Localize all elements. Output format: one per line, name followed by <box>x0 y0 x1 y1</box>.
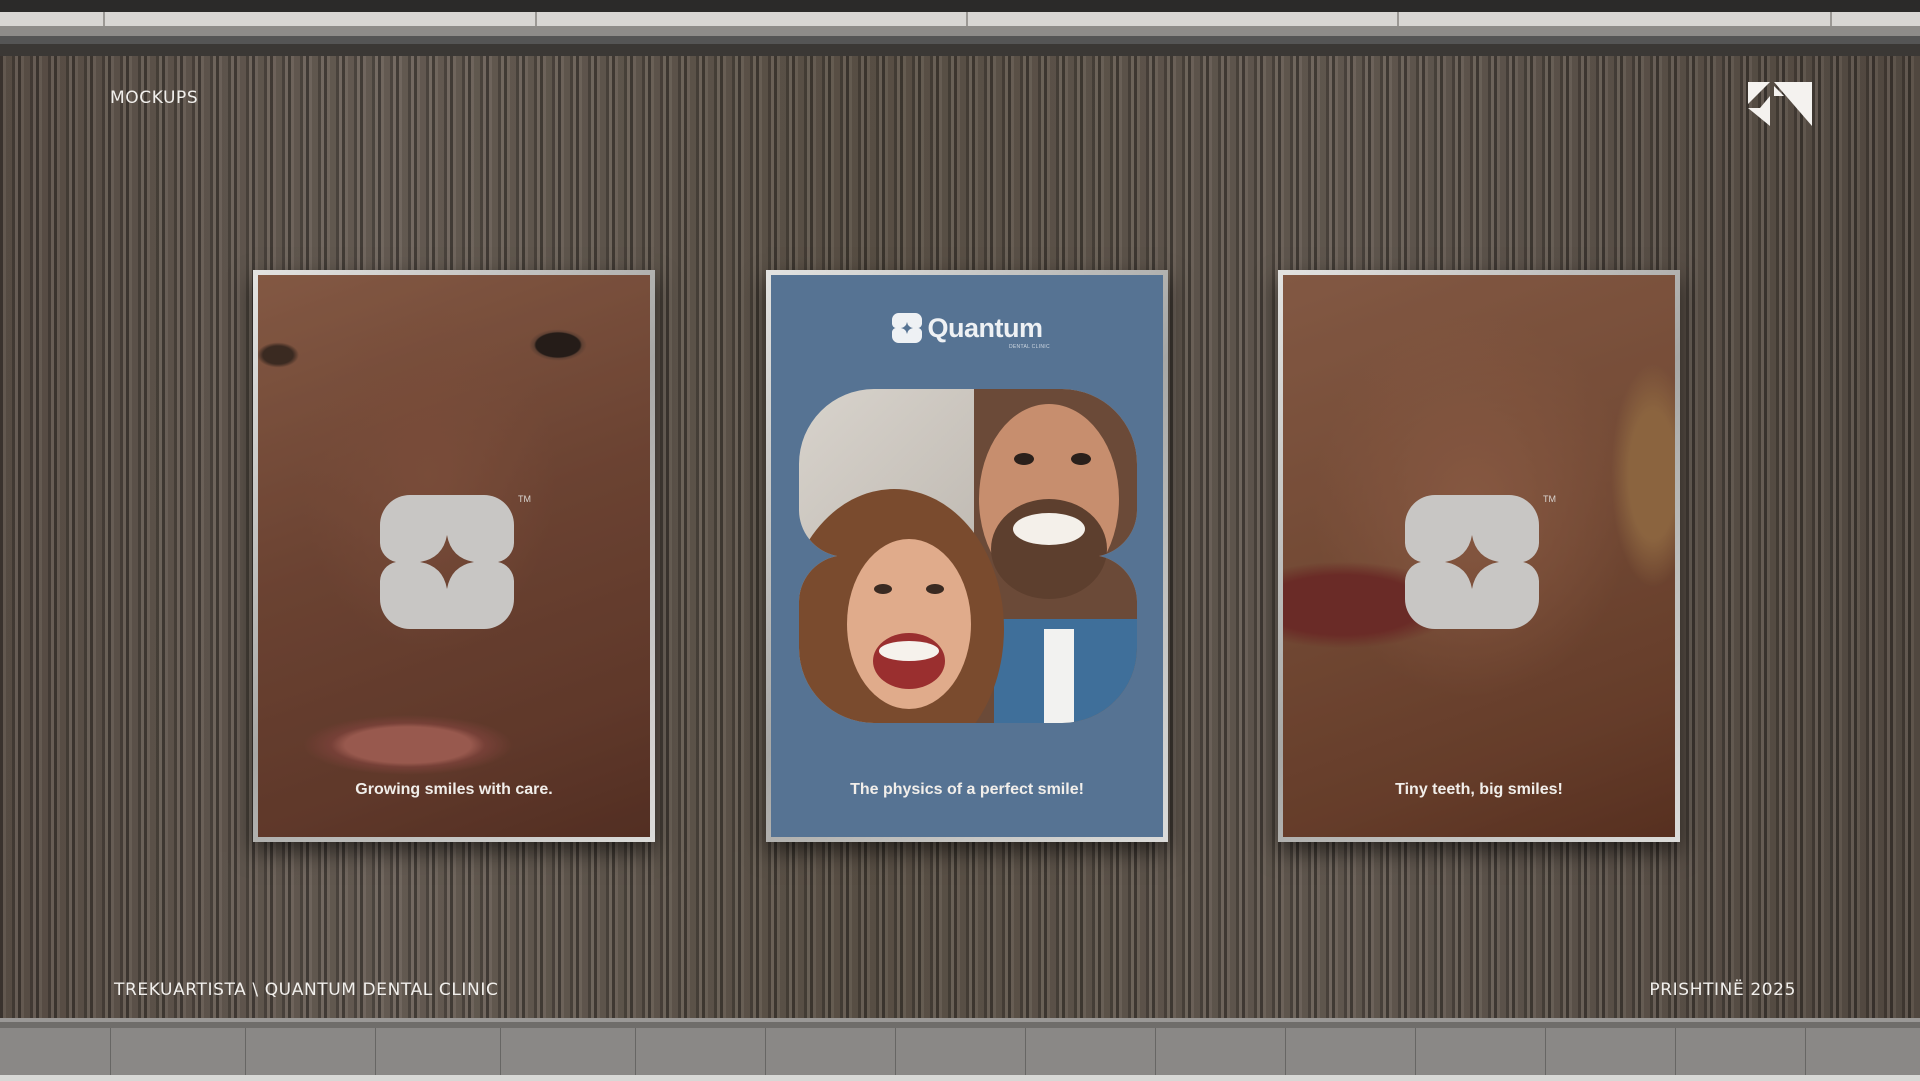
floor-tile-seam <box>1545 1028 1546 1081</box>
strip-seam <box>103 12 105 26</box>
poster-center: Quantum DENTAL CLINIC The physics of a p… <box>766 270 1168 842</box>
floor-tile-seam <box>1415 1028 1416 1081</box>
brand-mark-icon <box>1748 82 1812 126</box>
footer-location-year: PRISHTINË 2025 <box>1649 980 1796 1000</box>
poster-tagline: Growing smiles with care. <box>355 781 553 798</box>
trademark-mark: TM <box>518 494 531 504</box>
floor-tile-seam <box>110 1028 111 1081</box>
floor-tile-seam <box>375 1028 376 1081</box>
floor-base <box>0 1075 1920 1081</box>
floor-tile-seam <box>635 1028 636 1081</box>
strip-seam <box>966 12 968 26</box>
quantum-symbol-icon <box>891 313 922 343</box>
quantum-symbol-icon <box>1405 495 1539 629</box>
poster-tagline: The physics of a perfect smile! <box>850 781 1084 798</box>
floor-tile-seam <box>1155 1028 1156 1081</box>
floor-tile-seam <box>765 1028 766 1081</box>
poster-blue-panel: Quantum DENTAL CLINIC The physics of a p… <box>771 275 1163 837</box>
quantum-symbol-icon <box>380 495 514 629</box>
brand-subtitle: DENTAL CLINIC <box>1009 344 1050 350</box>
floor-tile-seam <box>245 1028 246 1081</box>
floor-tile-seam <box>895 1028 896 1081</box>
strip-seam <box>1830 12 1832 26</box>
quantum-logo: Quantum <box>771 313 1163 343</box>
couple-photo-in-symbol <box>799 389 1137 723</box>
poster-left: TM Growing smiles with care. <box>253 270 655 842</box>
floor-tile-seam <box>1025 1028 1026 1081</box>
brand-wordmark: Quantum <box>927 312 1044 343</box>
top-ceiling-strip <box>0 0 1920 56</box>
section-label: MOCKUPS <box>110 88 199 108</box>
trademark-mark: TM <box>1543 494 1556 504</box>
floor-tile-seam <box>500 1028 501 1081</box>
child-smile-photo: TM Growing smiles with care. <box>258 275 650 837</box>
floor-tile-seam <box>1805 1028 1806 1081</box>
strip-seam <box>1397 12 1399 26</box>
poster-tagline: Tiny teeth, big smiles! <box>1395 781 1563 798</box>
footer-credit: TREKUARTISTA \ QUANTUM DENTAL CLINIC <box>114 980 499 1000</box>
poster-right: TM Tiny teeth, big smiles! <box>1278 270 1680 842</box>
floor-strip <box>0 1018 1920 1081</box>
strip-seam <box>535 12 537 26</box>
floor-tile-seam <box>1675 1028 1676 1081</box>
floor-tile-seam <box>1285 1028 1286 1081</box>
child-laugh-photo: TM Tiny teeth, big smiles! <box>1283 275 1675 837</box>
